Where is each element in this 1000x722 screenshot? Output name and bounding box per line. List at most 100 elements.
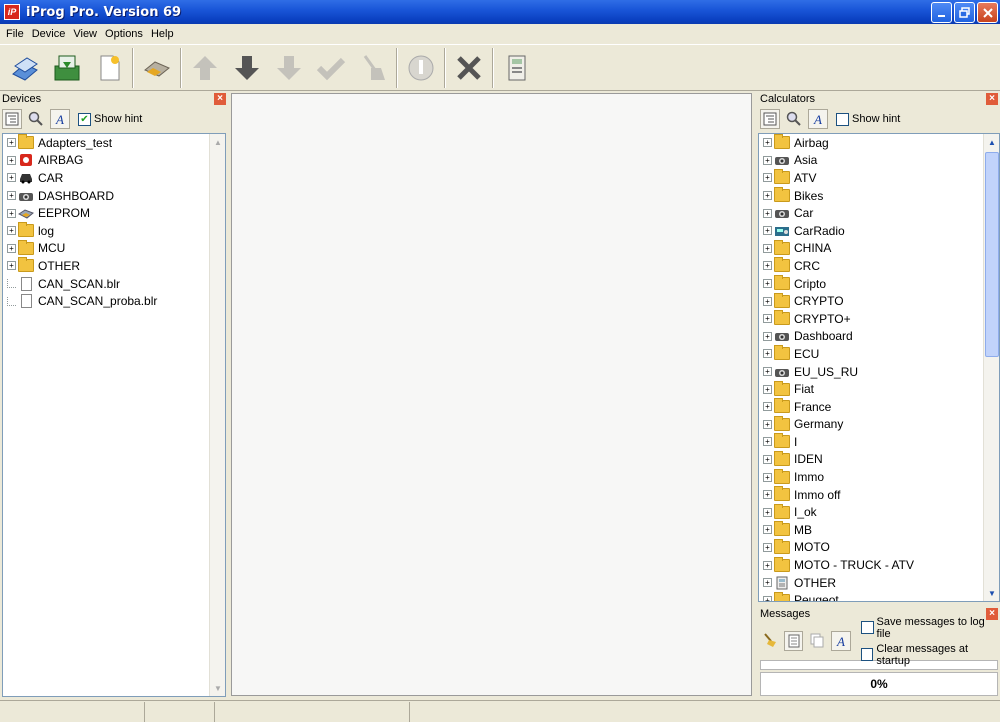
calculator-tree-item[interactable]: + I_ok xyxy=(759,503,999,521)
expand-icon[interactable]: + xyxy=(7,261,16,271)
devices-show-hint[interactable]: ✔ Show hint xyxy=(78,112,142,126)
stop-button[interactable] xyxy=(448,47,490,89)
calculator-tree-item[interactable]: + IDEN xyxy=(759,450,999,469)
expand-icon[interactable]: + xyxy=(763,279,772,289)
calculator-button[interactable] xyxy=(496,47,538,89)
calculator-tree-item[interactable]: + CRC xyxy=(759,257,999,275)
calculator-tree-item[interactable]: + Immo xyxy=(759,468,999,486)
calculator-tree-item[interactable]: + ATV xyxy=(759,169,999,187)
menu-help[interactable]: Help xyxy=(147,28,178,40)
expand-icon[interactable]: + xyxy=(763,507,772,517)
device-tree-item[interactable]: + log xyxy=(3,222,225,240)
calculator-tree-item[interactable]: + MB xyxy=(759,521,999,539)
font-button[interactable]: A xyxy=(50,109,70,129)
expand-icon[interactable]: + xyxy=(763,155,772,165)
save-log-checkbox[interactable] xyxy=(860,621,874,634)
expand-icon[interactable]: + xyxy=(7,243,16,253)
main-workspace[interactable] xyxy=(231,93,752,696)
calculator-tree-item[interactable]: + I xyxy=(759,433,999,451)
calculators-tree[interactable]: + Airbag + Asia + ATV + Bikes + Car + CarRadio + CHIN… xyxy=(758,133,1000,602)
menu-device[interactable]: Device xyxy=(28,28,70,40)
clear-startup-option[interactable]: Clear messages at startup xyxy=(860,643,1000,667)
calculator-tree-item[interactable]: + CHINA xyxy=(759,239,999,258)
calc-search-button[interactable] xyxy=(784,109,804,129)
device-tree-item[interactable]: CAN_SCAN.blr xyxy=(3,275,225,293)
expand-icon[interactable]: + xyxy=(763,578,772,588)
expand-icon[interactable]: + xyxy=(763,208,772,218)
tree-view-button[interactable] xyxy=(2,109,22,129)
devices-scrollbar[interactable]: ▲ ▼ xyxy=(209,134,225,696)
expand-icon[interactable]: + xyxy=(763,419,772,429)
calculator-tree-item[interactable]: + Bikes xyxy=(759,187,999,205)
menu-options[interactable]: Options xyxy=(101,28,147,40)
device-tree-item[interactable]: + DASHBOARD xyxy=(3,187,225,205)
messages-font-button[interactable]: A xyxy=(831,631,851,651)
devices-show-hint-checkbox[interactable]: ✔ xyxy=(78,112,91,126)
device-tree-item[interactable]: + OTHER xyxy=(3,257,225,275)
device-tree-item[interactable]: + EEPROM xyxy=(3,204,225,222)
expand-icon[interactable]: + xyxy=(763,261,772,271)
menu-file[interactable]: File xyxy=(2,28,28,40)
calculators-show-hint[interactable]: Show hint xyxy=(836,112,900,126)
expand-icon[interactable]: + xyxy=(763,542,772,552)
expand-icon[interactable]: + xyxy=(763,243,772,253)
expand-icon[interactable]: + xyxy=(763,525,772,535)
device-tree-item[interactable]: + AIRBAG xyxy=(3,152,225,170)
calculator-tree-item[interactable]: + OTHER xyxy=(759,574,999,592)
expand-icon[interactable]: + xyxy=(763,595,772,601)
calc-font-button[interactable]: A xyxy=(808,109,828,129)
close-button[interactable] xyxy=(977,2,998,23)
expand-icon[interactable]: + xyxy=(7,191,16,201)
expand-icon[interactable]: + xyxy=(763,331,772,341)
new-button[interactable] xyxy=(88,47,130,89)
expand-icon[interactable]: + xyxy=(763,454,772,464)
expand-icon[interactable]: + xyxy=(763,384,772,394)
calculator-tree-item[interactable]: + Immo off xyxy=(759,486,999,504)
calculators-close-button[interactable]: × xyxy=(986,93,998,105)
calculators-scrollbar[interactable]: ▲ ▼ xyxy=(983,134,999,601)
scroll-thumb[interactable] xyxy=(985,152,999,357)
expand-icon[interactable]: + xyxy=(7,226,16,236)
search-button[interactable] xyxy=(26,109,46,129)
menu-view[interactable]: View xyxy=(69,28,101,40)
expand-icon[interactable]: + xyxy=(7,173,16,183)
expand-icon[interactable]: + xyxy=(763,402,772,412)
calculators-show-hint-checkbox[interactable] xyxy=(836,112,849,126)
calculator-tree-item[interactable]: + ECU xyxy=(759,345,999,363)
clear-messages-button[interactable] xyxy=(762,632,778,651)
expand-icon[interactable]: + xyxy=(763,367,772,377)
calculator-tree-item[interactable]: + CarRadio xyxy=(759,222,999,240)
expand-icon[interactable]: + xyxy=(763,138,772,148)
scroll-up-icon[interactable]: ▲ xyxy=(210,134,225,150)
device-tree-item[interactable]: + CAR xyxy=(3,169,225,187)
calculator-tree-item[interactable]: + CRYPTO xyxy=(759,292,999,310)
calculator-tree-item[interactable]: + Cripto xyxy=(759,275,999,293)
calculator-tree-item[interactable]: + EU_US_RU xyxy=(759,363,999,381)
restore-button[interactable] xyxy=(954,2,975,23)
download-button[interactable] xyxy=(226,47,268,89)
app-icon[interactable]: iP xyxy=(4,4,20,20)
minimize-button[interactable] xyxy=(931,2,952,23)
expand-icon[interactable]: + xyxy=(7,138,16,148)
expand-icon[interactable]: + xyxy=(763,173,772,183)
open-button[interactable] xyxy=(4,47,46,89)
device-tree-item[interactable]: + Adapters_test xyxy=(3,134,225,152)
scroll-down-icon[interactable]: ▼ xyxy=(210,680,225,696)
expand-icon[interactable]: + xyxy=(763,226,772,236)
clear-startup-checkbox[interactable] xyxy=(860,648,874,661)
devices-tree[interactable]: + Adapters_test + AIRBAG + CAR + DASHBOARD + EEPR… xyxy=(2,133,226,697)
calculator-tree-item[interactable]: + CRYPTO+ xyxy=(759,310,999,328)
adapter-button[interactable] xyxy=(136,47,178,89)
calculator-tree-item[interactable]: + MOTO - TRUCK - ATV xyxy=(759,556,999,574)
calculator-tree-item[interactable]: + Airbag xyxy=(759,134,999,152)
device-tree-item[interactable]: CAN_SCAN_proba.blr xyxy=(3,292,225,310)
calculator-tree-item[interactable]: + France xyxy=(759,398,999,416)
scroll-down-icon[interactable]: ▼ xyxy=(984,585,999,601)
expand-icon[interactable]: + xyxy=(763,349,772,359)
expand-icon[interactable]: + xyxy=(7,155,16,165)
expand-icon[interactable]: + xyxy=(763,437,772,447)
calculator-tree-item[interactable]: + Asia xyxy=(759,152,999,170)
scroll-up-icon[interactable]: ▲ xyxy=(984,134,999,150)
expand-icon[interactable]: + xyxy=(763,490,772,500)
save-button[interactable] xyxy=(46,47,88,89)
